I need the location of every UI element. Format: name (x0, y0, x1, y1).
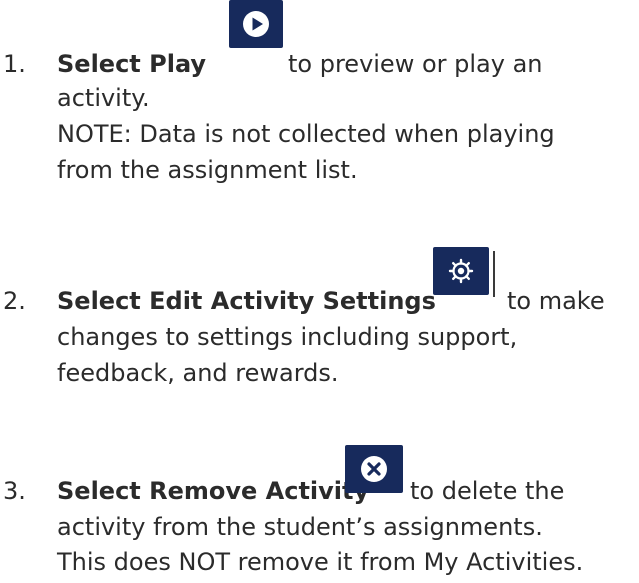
step-number: 3. (3, 477, 26, 505)
note-text: NOTE: Data is not collected when playing (57, 120, 555, 148)
step-title: Select Play (57, 50, 207, 78)
gear-icon (448, 258, 474, 284)
step-text: to delete the (410, 477, 565, 505)
play-button[interactable] (229, 0, 283, 48)
remove-activity-button[interactable] (345, 445, 403, 493)
step-title: Select Edit Activity Settings (57, 287, 436, 315)
warning-text: This does NOT remove it from My Activiti… (57, 548, 584, 576)
step-number: 2. (3, 287, 26, 315)
step-text: activity. (57, 84, 150, 112)
step-text: to make (507, 287, 605, 315)
step-number: 1. (3, 50, 26, 78)
step-title: Select Remove Activity (57, 477, 370, 505)
step-text: to preview or play an (288, 50, 543, 78)
note-text: from the assignment list. (57, 156, 358, 184)
step-text: changes to settings including support, (57, 323, 518, 351)
play-icon (243, 11, 269, 37)
step-text: feedback, and rewards. (57, 359, 339, 387)
edit-activity-settings-button[interactable] (433, 247, 489, 295)
icon-divider (493, 251, 495, 297)
step-text: activity from the student’s assignments. (57, 513, 543, 541)
close-icon (361, 456, 387, 482)
